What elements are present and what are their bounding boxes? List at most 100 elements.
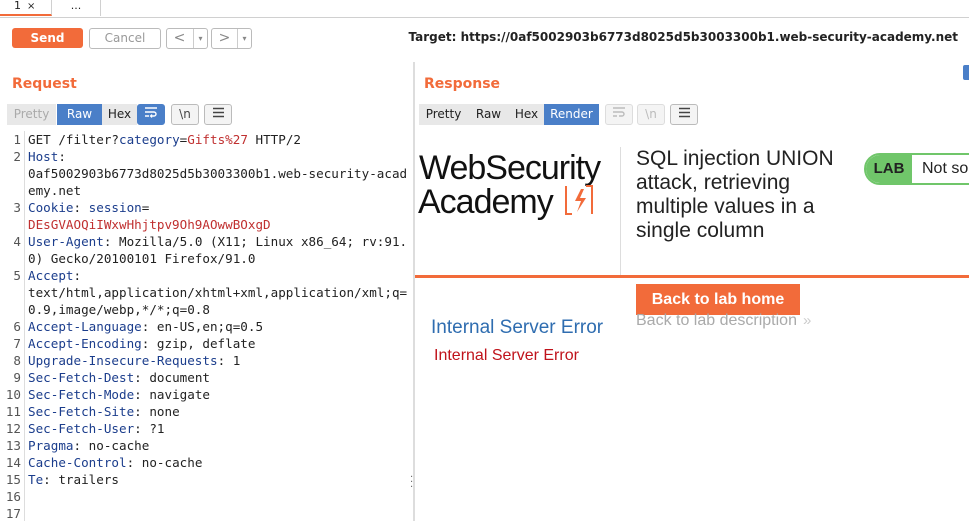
tab-raw[interactable]: Raw [57, 104, 102, 125]
menu-icon [678, 107, 690, 118]
code-line[interactable]: 3 Cookie: session= DEsGVAOQiIWxwHhjtpv9Oh… [0, 199, 410, 233]
code-text: : none [134, 404, 180, 419]
code-text: : ?1 [134, 421, 165, 436]
line-number: 11 [5, 404, 21, 419]
header-name: Sec-Fetch-User [28, 421, 135, 436]
param-value: Gifts%27 [187, 132, 248, 147]
header-name: Sec-Fetch-Mode [28, 387, 135, 402]
back-arrow-icon[interactable]: < [167, 29, 192, 48]
code-text: : text/html,application/xhtml+xml,applic… [28, 268, 408, 317]
code-text: : 1 [217, 353, 241, 368]
header-name: Cookie [28, 200, 74, 215]
wrap-lines-button[interactable] [137, 104, 165, 125]
tab-hex[interactable]: Hex [509, 104, 544, 125]
code-text: : navigate [134, 387, 210, 402]
tab-render[interactable]: Render [544, 104, 599, 125]
header-name: Accept-Language [28, 319, 142, 334]
chevron-down-icon[interactable]: ▾ [193, 29, 207, 48]
header-name: Cache-Control [28, 455, 127, 470]
code-text: : document [134, 370, 210, 385]
request-toolbar: Send Cancel < ▾ > ▾ Target: https://0af5… [0, 18, 969, 58]
header-name: Accept-Encoding [28, 336, 142, 351]
code-line[interactable]: 2 Host: 0af5002903b6773d8025d5b3003300b1.… [0, 148, 410, 199]
code-line[interactable]: 12 Sec-Fetch-User: ?1 [0, 420, 410, 437]
tab-more[interactable]: ... [52, 0, 101, 16]
tab-pretty[interactable]: Pretty [7, 104, 56, 125]
line-number: 10 [5, 387, 21, 402]
line-number: 2 [13, 149, 21, 164]
header-name: Pragma [28, 438, 74, 453]
lab-title: SQL injection UNION attack, retrieving m… [636, 147, 834, 242]
header-name: Sec-Fetch-Dest [28, 370, 135, 385]
close-icon[interactable]: × [27, 1, 35, 12]
code-line[interactable]: 10 Sec-Fetch-Mode: navigate [0, 386, 410, 403]
code-line[interactable]: 1 GET /filter?category=Gifts%27 HTTP/2 [0, 131, 410, 148]
menu-button[interactable] [670, 104, 698, 125]
double-chevron-icon: » [802, 312, 812, 329]
header-name: Upgrade-Insecure-Requests [28, 353, 218, 368]
target-url[interactable]: Target: https://0af5002903b6773d8025d5b3… [408, 30, 958, 44]
code-line[interactable]: 13 Pragma: no-cache [0, 437, 410, 454]
show-newlines-button[interactable]: \n [171, 104, 199, 125]
error-text: Internal Server Error [434, 347, 579, 364]
code-line[interactable]: 15 Te: trailers [0, 471, 410, 488]
tab-label: 1 [14, 0, 21, 12]
code-text: : en-US,en;q=0.5 [141, 319, 264, 334]
code-line[interactable]: 11 Sec-Fetch-Site: none [0, 403, 410, 420]
request-view-toolbar: Pretty Raw Hex \n [7, 104, 407, 126]
tab-bar: 1 × ... [0, 0, 969, 18]
response-title: Response [424, 76, 501, 92]
code-text: : [73, 200, 89, 215]
line-number: 15 [5, 472, 21, 487]
tab-raw[interactable]: Raw [468, 104, 509, 125]
code-text: GET /filter? [28, 132, 119, 147]
code-line[interactable]: 7 Accept-Encoding: gzip, deflate [0, 335, 410, 352]
cancel-button[interactable]: Cancel [89, 28, 161, 49]
back-to-lab-description-link[interactable]: Back to lab description » [636, 312, 811, 330]
code-text: HTTP/2 [247, 132, 302, 147]
code-line[interactable]: 14 Cache-Control: no-cache [0, 454, 410, 471]
code-text: : gzip, deflate [141, 336, 256, 351]
tab-pretty[interactable]: Pretty [419, 104, 468, 125]
wrap-icon [145, 107, 157, 118]
history-forward-group: > ▾ [211, 28, 252, 49]
logo-line-2: Academy [418, 183, 554, 221]
line-number: 16 [5, 489, 21, 504]
header-name: User-Agent [28, 234, 104, 249]
response-render-view: WebSecurity Academy SQL injection UNION … [415, 131, 969, 521]
request-editor[interactable]: 1 GET /filter?category = Gifts%27 HTTP/2 2 Ho… [0, 131, 410, 521]
chevron-down-icon[interactable]: ▾ [237, 29, 251, 48]
show-newlines-button: \n [637, 104, 665, 125]
code-line[interactable]: 8 Upgrade-Insecure-Requests: 1 [0, 352, 410, 369]
tab-1[interactable]: 1 × [0, 0, 52, 16]
wrap-icon [613, 107, 625, 117]
code-line[interactable]: 9 Sec-Fetch-Dest: document [0, 369, 410, 386]
forward-arrow-icon[interactable]: > [212, 29, 237, 48]
panel-toggle[interactable] [963, 65, 969, 80]
header-name: Accept [28, 268, 74, 283]
code-text: : 0af5002903b6773d8025d5b3003300b1.web-s… [28, 149, 408, 198]
line-number: 4 [13, 234, 21, 249]
code-line[interactable]: 6 Accept-Language: en-US,en;q=0.5 [0, 318, 410, 335]
code-line[interactable]: 16 [0, 488, 410, 505]
code-text: : no-cache [126, 455, 203, 470]
line-number: 3 [13, 200, 21, 215]
lab-status-badge: LAB Not solved [864, 153, 969, 185]
back-to-lab-home-button[interactable]: Back to lab home [636, 284, 800, 315]
lab-status-text: Not solved [922, 160, 969, 177]
code-line[interactable]: 4 User-Agent: Mozilla/5.0 (X11; Linux x86… [0, 233, 410, 267]
line-number: 1 [13, 132, 21, 147]
tab-hex[interactable]: Hex [102, 104, 137, 125]
send-button[interactable]: Send [12, 28, 83, 48]
header-name: Host [28, 149, 59, 164]
request-code[interactable]: 1 GET /filter?category = Gifts%27 HTTP/2 2 Ho… [0, 131, 410, 522]
drag-handle-icon[interactable]: · · · [410, 473, 413, 493]
header-name: session [88, 200, 142, 215]
line-number: 5 [13, 268, 21, 283]
code-line[interactable]: 17 [0, 505, 410, 522]
line-number: 9 [13, 370, 21, 385]
lightning-bolt-icon [565, 185, 593, 215]
code-line[interactable]: 5 Accept: text/html,application/xhtml+xml… [0, 267, 410, 318]
lab-header: WebSecurity Academy SQL injection UNION … [415, 131, 969, 278]
menu-button[interactable] [204, 104, 232, 125]
